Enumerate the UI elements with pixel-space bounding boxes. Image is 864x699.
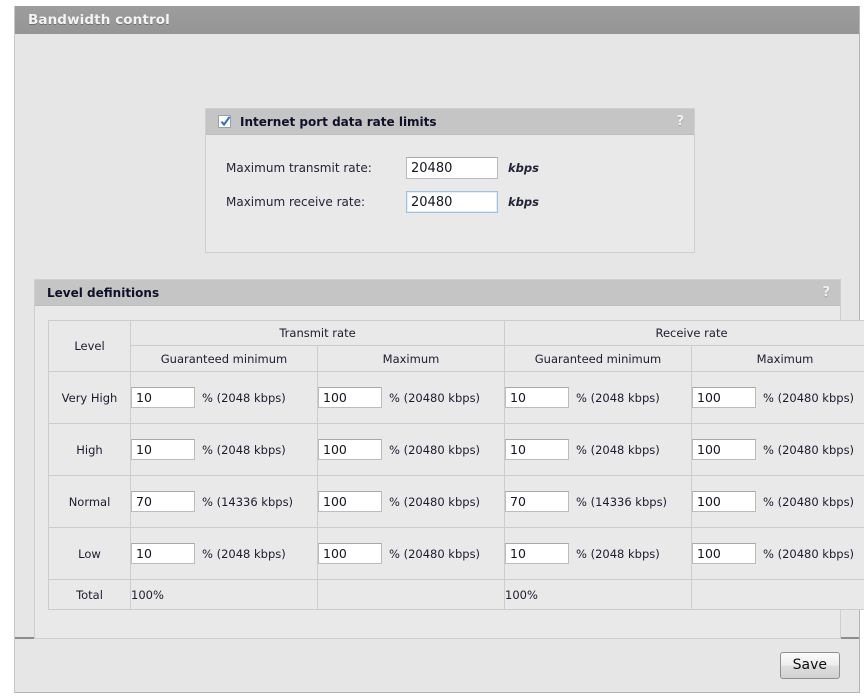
- rx-min-cell: % (2048 kbps): [504, 371, 692, 424]
- level-definitions-panel: Level definitions ? Level Transmit rate …: [34, 279, 864, 639]
- rx-min-cell: % (14336 kbps): [504, 475, 692, 528]
- tx-max-input[interactable]: [318, 439, 382, 460]
- rx-min-suffix: % (2048 kbps): [576, 547, 660, 561]
- maximum-transmit-rate-label: Maximum transmit rate:: [226, 161, 372, 175]
- tx-max-cell: % (20480 kbps): [317, 475, 505, 528]
- rx-min-input[interactable]: [505, 491, 569, 512]
- table-header-sub-row: Guaranteed minimum Maximum Guaranteed mi…: [49, 345, 864, 372]
- header-rx-guaranteed-minimum: Guaranteed minimum: [504, 345, 692, 372]
- tx-min-suffix: % (14336 kbps): [202, 495, 294, 509]
- maximum-receive-rate-input[interactable]: [406, 191, 498, 213]
- maximum-transmit-rate-unit: kbps: [508, 161, 539, 175]
- rx-max-suffix: % (20480 kbps): [763, 495, 855, 509]
- maximum-receive-rate-row: Maximum receive rate: kbps: [226, 185, 694, 219]
- tx-min-input[interactable]: [131, 491, 195, 512]
- header-tx-guaranteed-minimum: Guaranteed minimum: [130, 345, 318, 372]
- level-definitions-panel-header: Level definitions ?: [35, 280, 840, 306]
- internet-port-data-rate-limits-checkbox[interactable]: [218, 115, 231, 128]
- tx-max-cell: % (20480 kbps): [317, 527, 505, 580]
- table-row: Normal % (14336 kbps) % (20480 kbps) % (…: [48, 475, 864, 528]
- window-footer: Save: [15, 637, 859, 692]
- header-tx-maximum: Maximum: [317, 345, 505, 372]
- rx-min-input[interactable]: [505, 439, 569, 460]
- rx-max-cell: % (20480 kbps): [690, 371, 864, 424]
- level-definitions-panel-body: Level Transmit rate Receive rate Guarant…: [35, 306, 864, 624]
- rx-max-cell: % (20480 kbps): [690, 423, 864, 476]
- table-row: Very High % (2048 kbps) % (20480 kbps) %…: [48, 371, 864, 424]
- rx-max-input[interactable]: [692, 439, 756, 460]
- tx-maximum-total: [317, 579, 505, 610]
- rx-max-cell: % (20480 kbps): [690, 475, 864, 528]
- total-label: Total: [48, 579, 131, 610]
- rx-min-cell: % (2048 kbps): [504, 527, 692, 580]
- page-content: Internet port data rate limits ? Maximum…: [15, 34, 864, 639]
- header-rx-maximum: Maximum: [690, 345, 864, 372]
- level-name: Normal: [48, 475, 131, 528]
- rx-min-cell: % (2048 kbps): [504, 423, 692, 476]
- tx-max-input[interactable]: [318, 491, 382, 512]
- tx-guaranteed-total: 100%: [130, 579, 318, 610]
- header-level: Level: [48, 320, 131, 372]
- rx-maximum-total: [690, 579, 864, 610]
- rate-limits-panel-body: Maximum transmit rate: kbps Maximum rece…: [206, 135, 694, 219]
- rx-guaranteed-total: 100%: [504, 579, 692, 610]
- tx-min-input[interactable]: [131, 387, 195, 408]
- maximum-receive-rate-label: Maximum receive rate:: [226, 195, 366, 209]
- tx-min-suffix: % (2048 kbps): [202, 391, 286, 405]
- window-titlebar: Bandwidth control: [15, 6, 859, 34]
- level-name: High: [48, 423, 131, 476]
- tx-max-cell: % (20480 kbps): [317, 423, 505, 476]
- rate-limits-panel-title: Internet port data rate limits: [240, 114, 437, 129]
- internet-port-data-rate-limits-panel: Internet port data rate limits ? Maximum…: [205, 108, 695, 253]
- tx-min-suffix: % (2048 kbps): [202, 443, 286, 457]
- rx-max-suffix: % (20480 kbps): [763, 443, 855, 457]
- rx-min-suffix: % (2048 kbps): [576, 391, 660, 405]
- rx-min-suffix: % (2048 kbps): [576, 443, 660, 457]
- level-name: Low: [48, 527, 131, 580]
- tx-min-input[interactable]: [131, 439, 195, 460]
- rx-max-input[interactable]: [692, 491, 756, 512]
- tx-max-suffix: % (20480 kbps): [389, 391, 481, 405]
- level-definitions-panel-title: Level definitions: [47, 285, 160, 300]
- level-name: Very High: [48, 371, 131, 424]
- header-receive-rate: Receive rate: [503, 320, 864, 346]
- tx-max-suffix: % (20480 kbps): [389, 443, 481, 457]
- tx-min-cell: % (2048 kbps): [130, 423, 318, 476]
- table-header-group-row: Level Transmit rate Receive rate: [48, 320, 864, 372]
- rx-max-suffix: % (20480 kbps): [763, 391, 855, 405]
- tx-min-suffix: % (2048 kbps): [202, 547, 286, 561]
- maximum-transmit-rate-input[interactable]: [406, 157, 498, 179]
- checkmark-icon: [220, 116, 231, 127]
- tx-min-cell: % (14336 kbps): [130, 475, 318, 528]
- maximum-transmit-rate-row: Maximum transmit rate: kbps: [226, 151, 694, 185]
- tx-min-cell: % (2048 kbps): [130, 527, 318, 580]
- tx-min-cell: % (2048 kbps): [130, 371, 318, 424]
- tx-max-suffix: % (20480 kbps): [389, 495, 481, 509]
- rx-max-cell: % (20480 kbps): [690, 527, 864, 580]
- save-button[interactable]: Save: [779, 652, 840, 679]
- table-row: High % (2048 kbps) % (20480 kbps) % (204…: [48, 423, 864, 476]
- tx-max-input[interactable]: [318, 387, 382, 408]
- rx-min-suffix: % (14336 kbps): [576, 495, 668, 509]
- help-icon[interactable]: ?: [676, 115, 684, 128]
- maximum-receive-rate-unit: kbps: [508, 195, 539, 209]
- tx-min-input[interactable]: [131, 543, 195, 564]
- tx-max-suffix: % (20480 kbps): [389, 547, 481, 561]
- rx-min-input[interactable]: [505, 543, 569, 564]
- table-row: Low % (2048 kbps) % (20480 kbps) % (2048…: [48, 527, 864, 580]
- table-total-row: Total 100% 100%: [48, 579, 864, 610]
- level-definitions-table: Level Transmit rate Receive rate Guarant…: [48, 320, 864, 610]
- rx-max-input[interactable]: [692, 543, 756, 564]
- header-transmit-rate: Transmit rate: [130, 320, 505, 346]
- help-icon[interactable]: ?: [822, 286, 830, 299]
- rx-min-input[interactable]: [505, 387, 569, 408]
- tx-max-input[interactable]: [318, 543, 382, 564]
- rx-max-suffix: % (20480 kbps): [763, 547, 855, 561]
- rate-limits-panel-header: Internet port data rate limits ?: [206, 109, 694, 135]
- page-title: Bandwidth control: [28, 12, 170, 28]
- tx-max-cell: % (20480 kbps): [317, 371, 505, 424]
- rx-max-input[interactable]: [692, 387, 756, 408]
- bandwidth-control-window: Bandwidth control Internet port data rat…: [14, 6, 864, 693]
